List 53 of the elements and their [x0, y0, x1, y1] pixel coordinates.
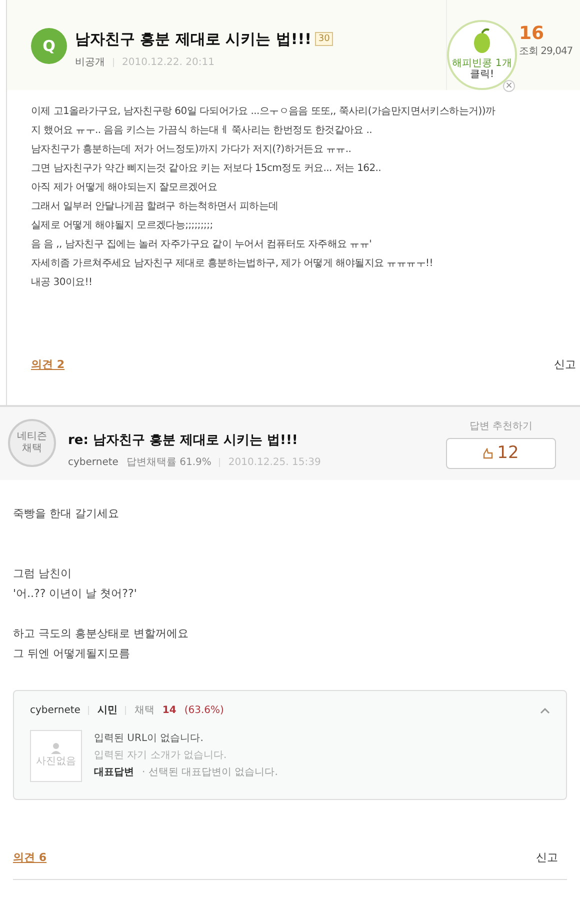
profile-name: cybernete [30, 704, 80, 718]
answer-title: re: 남자친구 흥분 제대로 시키는 법!!! [68, 432, 299, 450]
bean-mascot-icon [471, 28, 493, 54]
question-text-line: 내공 30이요!! [31, 276, 94, 290]
person-icon [51, 743, 61, 754]
question-text-line: 음 음 ,, 남자친구 집에는 놀러 자주가구요 같이 누어서 컴퓨터도 자주해요 ㅠㅠ' [31, 238, 373, 252]
question-title: 남자친구 흥분 제대로 시키는 법!!! [75, 29, 312, 50]
profile-intro: 입력된 자기 소개가 없습니다. [94, 749, 228, 763]
profile-rank: 시민 [97, 704, 118, 718]
answer-text-line: 하고 극도의 흥분상태로 변할꺼에요 [13, 626, 190, 642]
question-text-line: 그래서 일부러 안달나게끔 할려구 하는척하면서 피하는데 [31, 200, 280, 214]
recommend-label: 답변 추천하기 [469, 420, 533, 434]
answer-text-line: '어..?? 이년이 날 쳣어??' [13, 586, 138, 602]
answer-text-line: 그럼 남친이 [13, 566, 72, 582]
rep-answer-label: 대표답변 [94, 766, 134, 780]
answer-count: 16 [519, 24, 546, 44]
happybean-badge[interactable]: 해피빈콩 1개 클릭! × [447, 20, 517, 90]
points-badge: 30 [315, 32, 333, 46]
question-text-line: 실제로 어떻게 해야될지 모르겠다능;;;;;;;;; [31, 219, 214, 233]
adopt-label: 채택 [134, 704, 154, 718]
close-button[interactable]: × [503, 80, 515, 92]
answer-text-line: 그 뒤엔 어떻게될지모름 [13, 646, 131, 662]
medal-text: 네티즌 [17, 431, 47, 443]
happybean-text: 해피빈콩 1개 [452, 58, 512, 69]
comments-link[interactable]: 의견 6 [13, 850, 46, 866]
question-text-line: 남자친구가 흥분하는데 저가 어느정도)까지 가다가 저지(?)하거든요 ㅠㅠ.. [31, 143, 352, 157]
medal-subtext: 채택 [22, 443, 42, 455]
no-photo-text: 사진없음 [36, 755, 76, 769]
question-text-line: 자세히좀 가르쳐주세요 남자친구 제대로 흥분하는법하구, 제가 어떻게 해야될지요 ㅠㅠㅠㅜ!! [31, 257, 434, 271]
adopt-count: 14 [162, 704, 176, 718]
question-text-line: 아직 제가 어떻게 해야되는지 잘모르겠어요 [31, 181, 218, 195]
answer-author: cybernete [68, 456, 118, 470]
question-text-line: 이제 고1올라가구요, 남자친구랑 60일 다되어가요 ...으ㅜㅇ음음 또또,, 쭉사리(가슴만지면서키스하는거))까 [31, 105, 496, 119]
profile-url: 입력된 URL이 없습니다. [94, 732, 204, 746]
adoption-rate: 답변채택률 61.9% [126, 456, 212, 470]
report-link[interactable]: 신고 [554, 356, 576, 373]
author-name: 비공개 [75, 56, 105, 70]
post-date: 2010.12.22. 20:11 [122, 56, 214, 70]
question-text-line: 지 했어요 ㅠㅜ.. 음음 키스는 가끔식 하는대ㅔ 쭉사리는 한번정도 한것같아요 .. [31, 124, 374, 138]
happybean-click: 클릭! [470, 69, 494, 80]
recommend-button[interactable]: 12 [446, 438, 556, 469]
thumbs-up-icon [483, 448, 494, 459]
view-count: 조회 29,047 [519, 45, 573, 59]
question-avatar: Q [31, 28, 67, 64]
rep-answer-text: · 선택된 대표답변이 없습니다. [142, 766, 278, 780]
comments-link[interactable]: 의견 2 [31, 356, 64, 373]
question-text-line: 그면 남자친구가 약간 삐지는것 같아요 키는 저보다 15cm정도 커요... 저는 162.. [31, 162, 382, 176]
answer-date: 2010.12.25. 15:39 [228, 456, 321, 470]
report-link[interactable]: 신고 [536, 850, 558, 866]
chevron-icon [540, 708, 550, 714]
adopt-rate: (63.6%) [184, 704, 224, 718]
collapse-toggle[interactable] [540, 708, 550, 714]
answer-text-line: 죽빵을 한대 갈기세요 [13, 506, 120, 522]
